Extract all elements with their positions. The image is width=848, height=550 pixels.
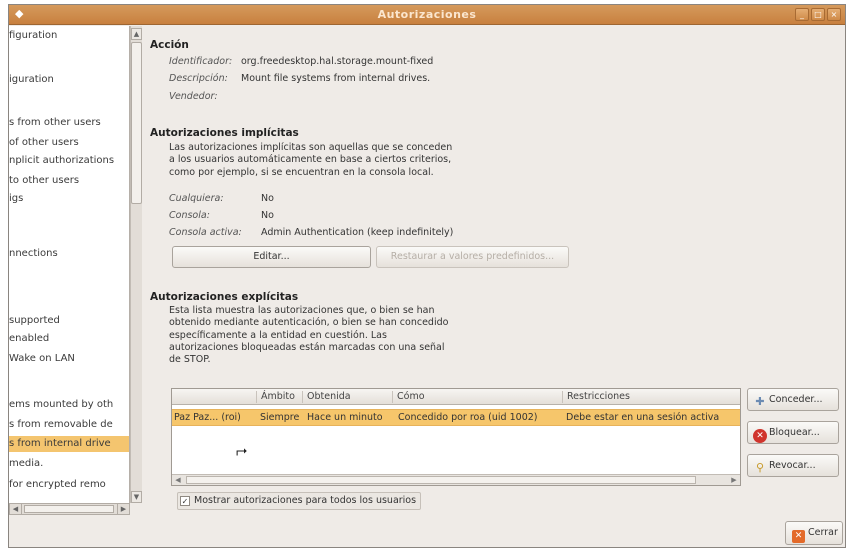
action-tree[interactable]: figuration iguration s from other users …	[9, 26, 130, 503]
tree-item[interactable]: media.	[9, 456, 129, 472]
scroll-thumb[interactable]	[131, 42, 142, 204]
tree-item[interactable]: iguration	[9, 72, 129, 88]
edit-button[interactable]: Editar...	[172, 246, 371, 268]
description-label: Descripción:	[169, 73, 228, 84]
console-label: Consola:	[169, 210, 210, 221]
checkbox-checked-icon[interactable]: ✓	[180, 496, 190, 506]
tree-item[interactable]: nnections	[9, 246, 129, 262]
column-header-restrictions[interactable]: Restricciones	[562, 391, 630, 403]
tree-item[interactable]: figuration	[9, 28, 129, 44]
column-header-how[interactable]: Cómo	[392, 391, 425, 403]
action-heading: Acción	[150, 39, 189, 51]
maximize-button[interactable]: □	[811, 8, 825, 21]
show-all-users-checkbox[interactable]: ✓ Mostrar autorizaciones para todos los u…	[177, 492, 422, 510]
cell-entity: Paz Paz... (roi)	[174, 412, 241, 423]
implicit-heading: Autorizaciones implícitas	[150, 127, 299, 139]
description-value: Mount file systems from internal drives.	[241, 73, 431, 84]
authorizations-table[interactable]: Ámbito Obtenida Cómo Restricciones Paz P…	[171, 388, 741, 486]
cell-how: Concedido por roa (uid 1002)	[398, 412, 538, 423]
cell-obtained: Hace un minuto	[307, 412, 383, 423]
id-label: Identificador:	[169, 56, 233, 67]
authorizations-window: ◆ Autorizaciones _ □ × figuration igurat…	[8, 4, 846, 548]
tree-item[interactable]: nplicit authorizations	[9, 153, 129, 169]
plus-icon: ✚	[755, 395, 765, 408]
tree-horizontal-scrollbar[interactable]: ◀ ▶	[9, 503, 130, 515]
title-bar[interactable]: ◆ Autorizaciones _ □ ×	[9, 5, 845, 25]
cell-scope: Siempre	[260, 412, 300, 423]
table-horizontal-scrollbar[interactable]: ◀ ▶	[172, 474, 740, 485]
scroll-right-icon[interactable]: ▶	[728, 475, 740, 485]
scroll-up-icon[interactable]: ▲	[131, 28, 142, 40]
scroll-left-icon[interactable]: ◀	[172, 475, 184, 485]
scroll-thumb[interactable]	[186, 476, 696, 484]
column-header-scope[interactable]: Ámbito	[256, 391, 295, 403]
active-console-value: Admin Authentication (keep indefinitely)	[261, 227, 454, 238]
cell-restrictions: Debe estar en una sesión activa	[566, 412, 720, 423]
scroll-right-icon[interactable]: ▶	[117, 504, 129, 514]
vendor-label: Vendedor:	[169, 91, 218, 102]
scroll-left-icon[interactable]: ◀	[10, 504, 22, 514]
active-console-label: Consola activa:	[169, 227, 242, 238]
tree-item[interactable]: ems mounted by oth	[9, 397, 129, 413]
column-header-obtained[interactable]: Obtenida	[302, 391, 351, 403]
tree-item[interactable]: supported	[9, 313, 129, 329]
window-title: Autorizaciones	[377, 8, 477, 21]
tree-item-selected[interactable]: s from internal drive	[9, 436, 129, 452]
implicit-description: Las autorizaciones implícitas son aquell…	[169, 142, 453, 178]
close-button[interactable]: ✕ Cerrar	[785, 521, 843, 545]
show-all-label: Mostrar autorizaciones para todos los us…	[194, 495, 417, 506]
broom-icon: ⚲	[755, 461, 765, 474]
revoke-button[interactable]: ⚲ Revocar...	[747, 454, 839, 477]
console-value: No	[261, 210, 274, 221]
tree-item[interactable]: to other users	[9, 173, 129, 189]
grant-button[interactable]: ✚ Conceder...	[747, 388, 839, 411]
scroll-down-icon[interactable]: ▼	[131, 491, 142, 503]
close-window-button[interactable]: ×	[827, 8, 841, 21]
minimize-button[interactable]: _	[795, 8, 809, 21]
id-value: org.freedesktop.hal.storage.mount-fixed	[241, 56, 434, 67]
tree-vertical-scrollbar[interactable]: ▲ ▼	[130, 26, 142, 503]
tree-item[interactable]: s from removable de	[9, 417, 129, 433]
any-label: Cualquiera:	[169, 193, 224, 204]
stop-icon: ✕	[753, 429, 767, 443]
tree-item[interactable]: igs	[9, 191, 129, 207]
tree-item[interactable]: of other users	[9, 135, 129, 151]
tree-item[interactable]: enabled	[9, 331, 129, 347]
mouse-pointer-icon: ⮣	[236, 443, 248, 459]
close-icon: ✕	[792, 530, 805, 543]
any-value: No	[261, 193, 274, 204]
tree-item[interactable]: Wake on LAN	[9, 351, 129, 367]
scroll-thumb[interactable]	[24, 505, 114, 513]
block-button[interactable]: ✕ Bloquear...	[747, 421, 839, 444]
explicit-heading: Autorizaciones explícitas	[150, 291, 299, 303]
tree-item[interactable]: s from other users	[9, 115, 129, 131]
restore-defaults-button[interactable]: Restaurar a valores predefinidos...	[376, 246, 569, 268]
table-header: Ámbito Obtenida Cómo Restricciones	[172, 389, 740, 405]
table-row[interactable]: Paz Paz... (roi) Siempre Hace un minuto …	[172, 409, 740, 426]
tree-item[interactable]: for encrypted remo	[9, 477, 129, 493]
explicit-description: Esta lista muestra las autorizaciones qu…	[169, 305, 449, 366]
